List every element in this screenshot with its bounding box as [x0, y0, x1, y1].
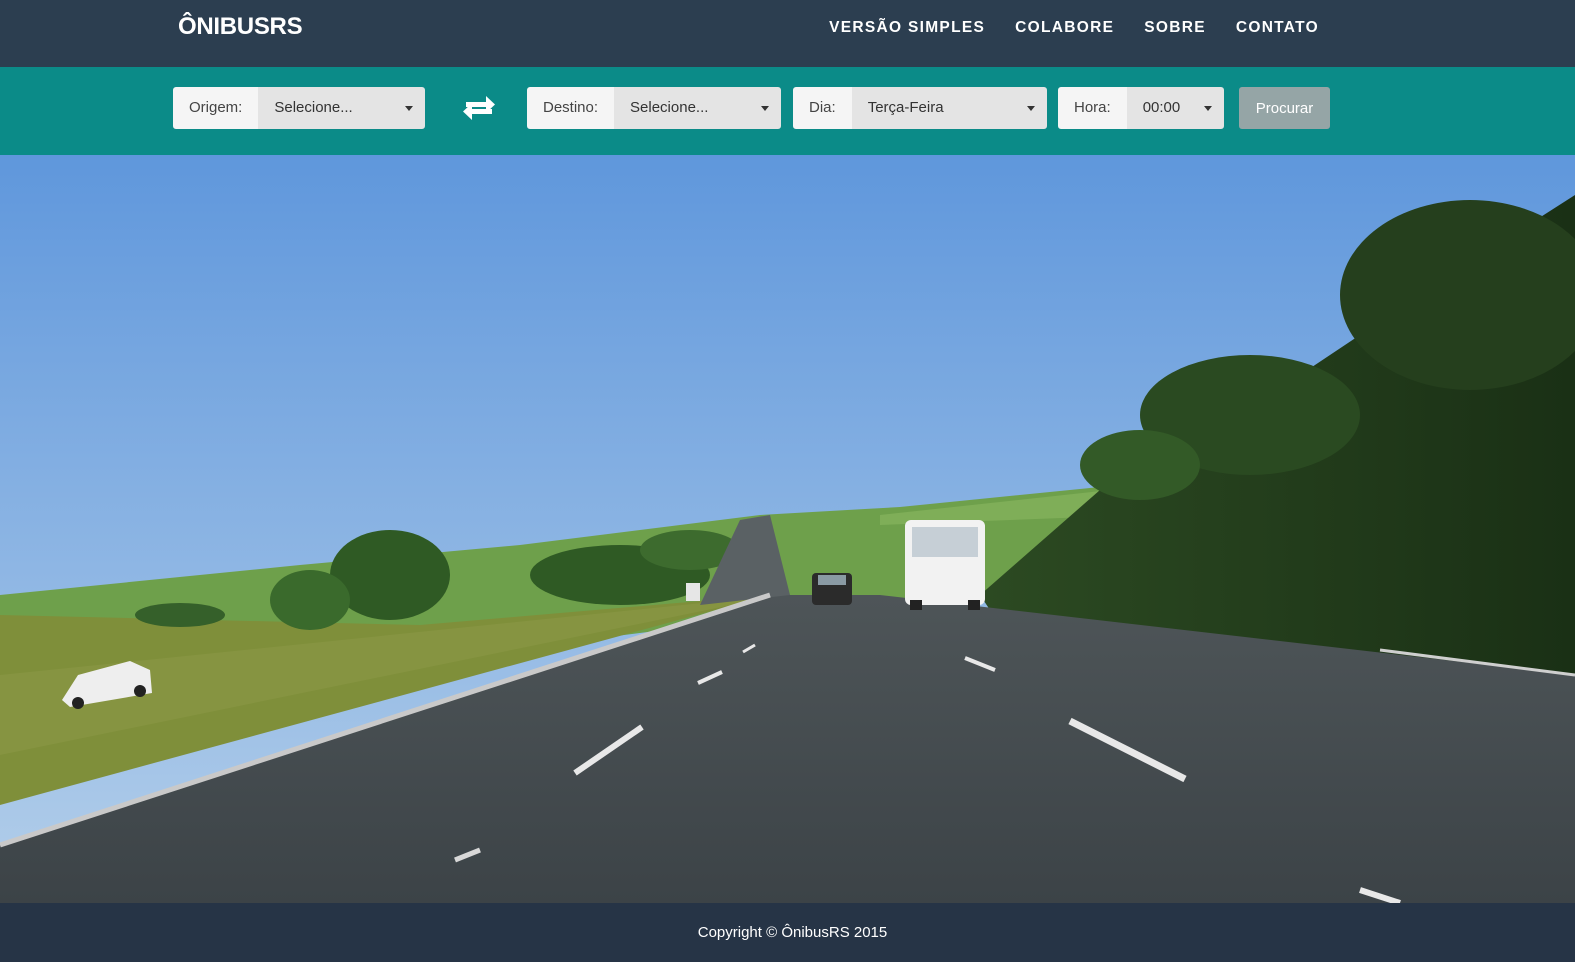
day-select-value: Terça-Feira — [867, 99, 944, 116]
hour-select-value: 00:00 — [1142, 99, 1181, 116]
search-button[interactable]: Procurar — [1239, 87, 1330, 129]
day-label: Dia: — [793, 87, 852, 129]
caret-down-icon — [405, 106, 413, 111]
hour-field: Hora: 00:00 — [1058, 87, 1224, 129]
caret-down-icon — [1027, 106, 1035, 111]
main-nav: VERSÃO SIMPLES COLABORE SOBRE CONTATO — [829, 18, 1319, 38]
day-select[interactable]: Terça-Feira — [851, 87, 1047, 129]
hero-highway-image — [0, 155, 1575, 903]
search-bar: Origem: Selecione... Destino: Selecione.… — [0, 67, 1575, 155]
nav-simple-version[interactable]: VERSÃO SIMPLES — [829, 18, 985, 38]
origin-label: Origem: — [173, 87, 259, 129]
destination-label: Destino: — [527, 87, 615, 129]
copyright-text: Copyright © ÔnibusRS 2015 — [697, 924, 888, 941]
destination-select-value: Selecione... — [630, 99, 709, 116]
brand-logo[interactable]: ÔNIBUSRS — [178, 12, 303, 42]
destination-field: Destino: Selecione... — [527, 87, 781, 129]
origin-field: Origem: Selecione... — [173, 87, 425, 129]
highway-illustration — [0, 155, 1575, 903]
top-navbar: ÔNIBUSRS VERSÃO SIMPLES COLABORE SOBRE C… — [0, 0, 1575, 67]
hour-label: Hora: — [1058, 87, 1127, 129]
nav-collaborate[interactable]: COLABORE — [1015, 18, 1114, 38]
nav-contact[interactable]: CONTATO — [1236, 18, 1319, 38]
hour-select[interactable]: 00:00 — [1126, 87, 1224, 129]
caret-down-icon — [1204, 106, 1212, 111]
page-footer: Copyright © ÔnibusRS 2015 — [0, 903, 1575, 962]
origin-select-value: Selecione... — [274, 99, 353, 116]
nav-about[interactable]: SOBRE — [1144, 18, 1206, 38]
swap-arrows-icon[interactable] — [462, 91, 496, 125]
origin-select[interactable]: Selecione... — [258, 87, 425, 129]
caret-down-icon — [761, 106, 769, 111]
day-field: Dia: Terça-Feira — [793, 87, 1047, 129]
destination-select[interactable]: Selecione... — [614, 87, 781, 129]
